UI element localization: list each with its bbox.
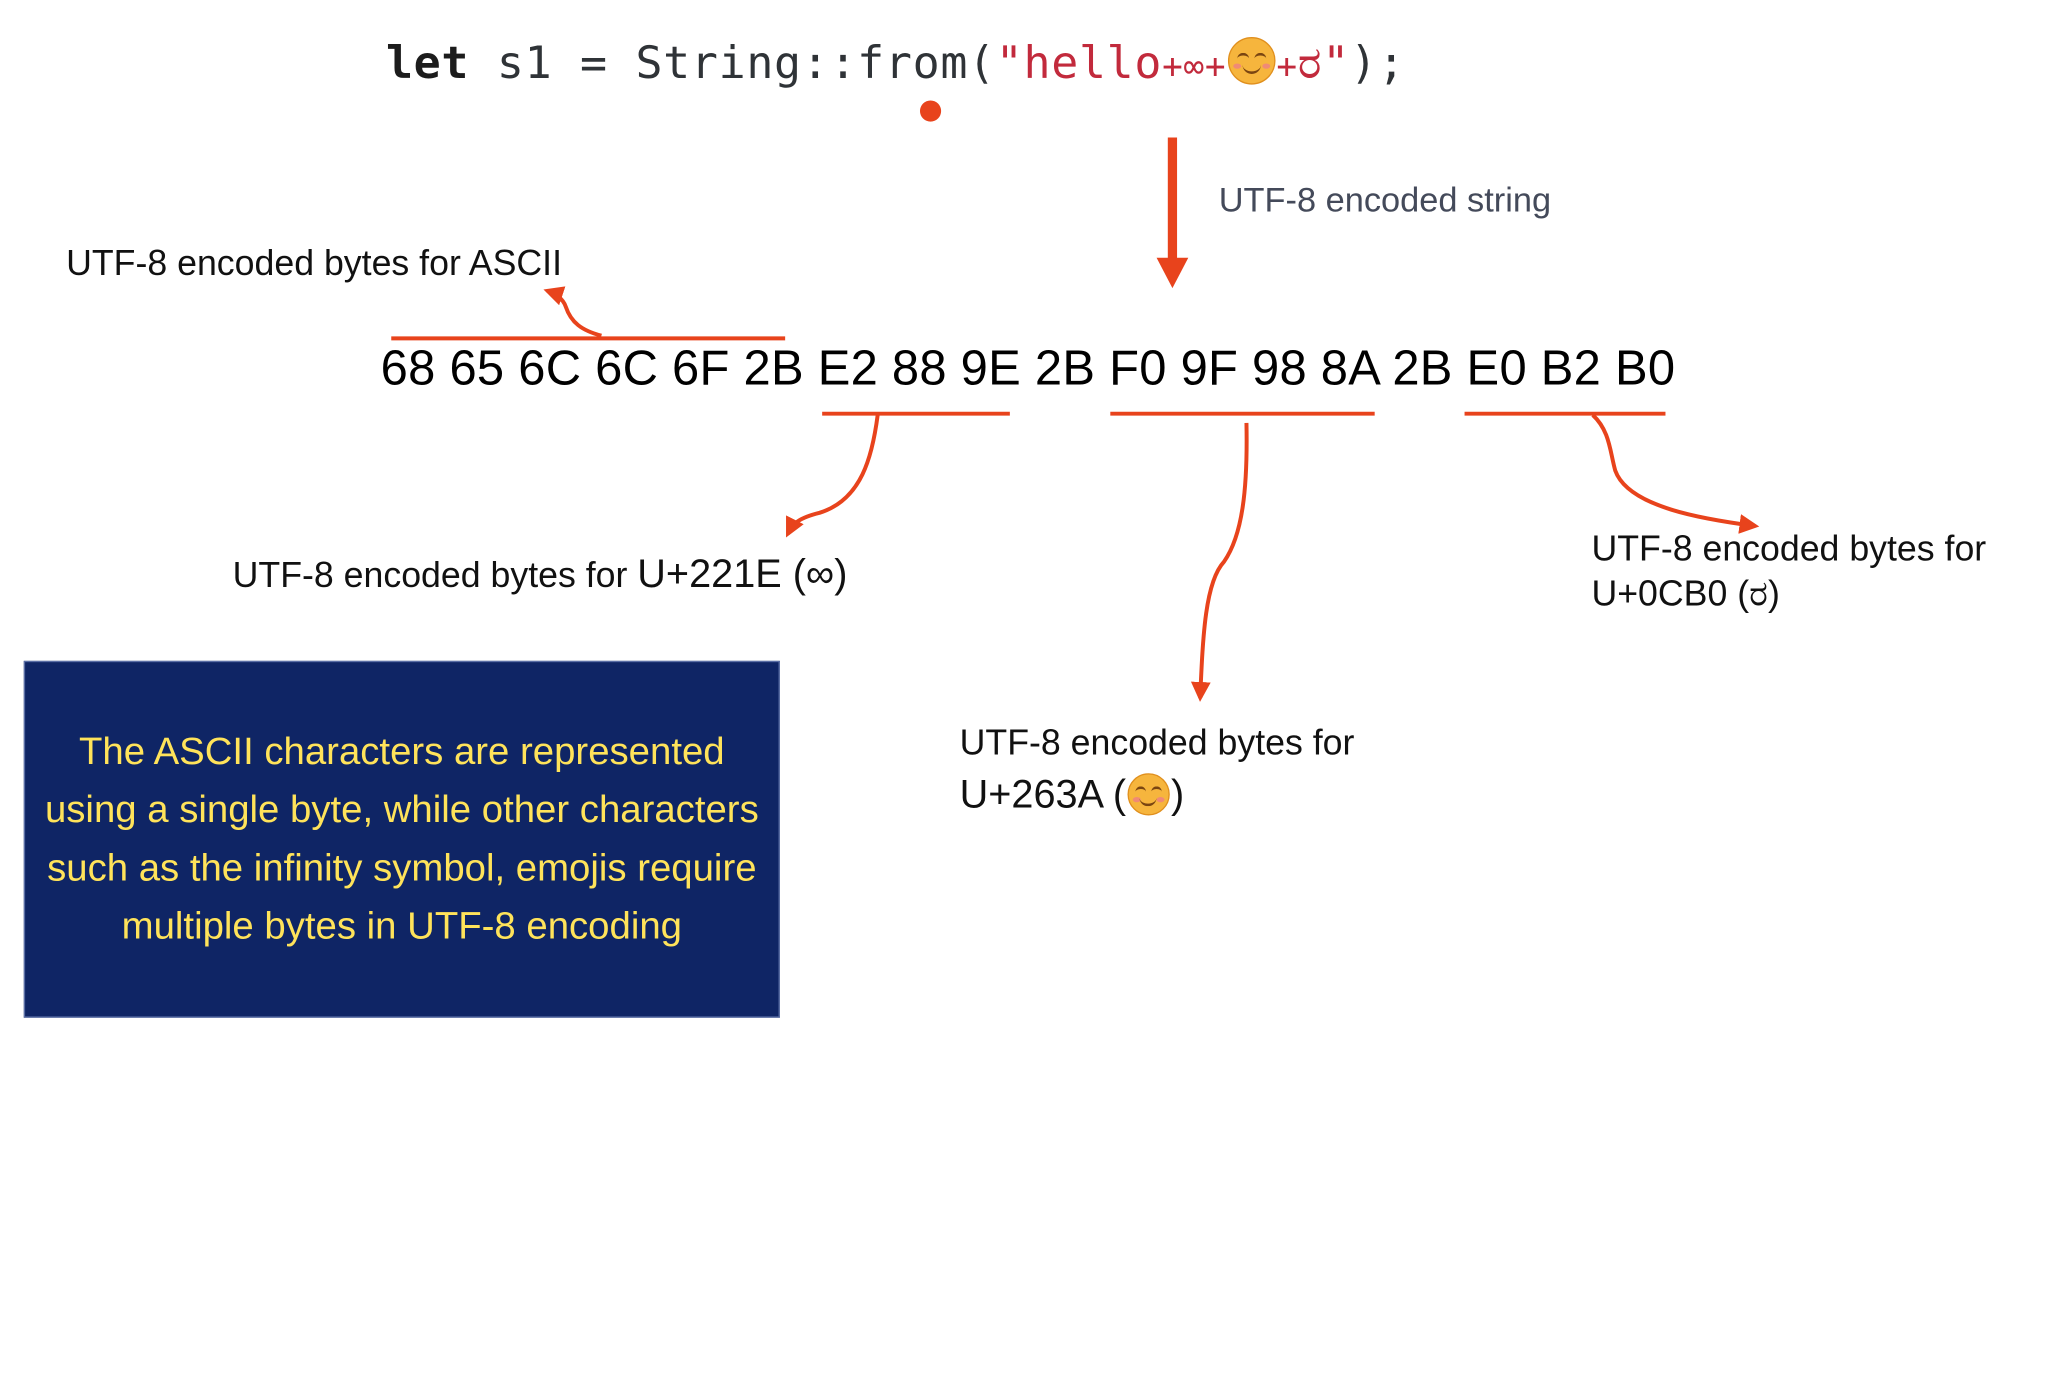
code-tail: );	[1349, 37, 1406, 90]
string-infinity: ∞	[1183, 47, 1205, 88]
emoji-annotation-line1: UTF-8 encoded bytes for	[959, 722, 1355, 763]
utf8-string-label: UTF-8 encoded string	[1218, 179, 1552, 220]
infinity-annotation-code: U+221E (∞)	[637, 552, 848, 597]
kannada-annotation-line2: U+0CB0 (ರ)	[1591, 573, 1780, 614]
infinity-pointer-arrow	[786, 414, 880, 538]
byte-sequence: 68 65 6C 6C 6F 2B E2 88 9E 2B F0 9F 98 8…	[381, 341, 1676, 397]
kannada-pointer-arrow	[1591, 413, 1760, 534]
kannada-annotation: UTF-8 encoded bytes for U+0CB0 (ರ)	[1591, 526, 1986, 616]
ascii-bytes: 68 65 6C 6C 6F 2B	[380, 340, 804, 396]
emoji-annotation: UTF-8 encoded bytes for U+263A ()	[960, 716, 1355, 822]
diagram-canvas: let s1 = String::from("hello+∞+ +ರ"); UTF…	[0, 0, 2062, 1384]
main-down-arrow	[1156, 137, 1189, 289]
emoji-pointer-arrow	[1190, 422, 1249, 702]
smiling-face-emoji-icon	[1227, 37, 1276, 85]
infinity-annotation: UTF-8 encoded bytes for U+221E (∞)	[233, 552, 848, 597]
code-identifier: s1 = String::from(	[469, 37, 996, 90]
explanation-box: The ASCII characters are represented usi…	[23, 660, 780, 1018]
infinity-bytes: E2 88 9E	[817, 340, 1022, 396]
kannada-bytes: E0 B2 B0	[1466, 340, 1676, 396]
emoji-code-open: U+263A (	[959, 773, 1127, 817]
smiling-face-emoji-icon	[1127, 773, 1170, 816]
string-kannada: ರ	[1297, 37, 1323, 90]
string-plus-2: +	[1204, 47, 1227, 88]
separator-byte-2: 2B	[1392, 340, 1453, 396]
quote-open: "	[995, 37, 1024, 90]
string-plus-1: +	[1162, 47, 1184, 88]
emoji-code-close: )	[1171, 773, 1185, 817]
ascii-pointer-arrow	[543, 286, 602, 338]
string-plus-3: +	[1276, 47, 1298, 88]
keyword-let: let	[385, 37, 470, 90]
string-hello: hello	[1023, 37, 1163, 90]
code-line: let s1 = String::from("hello+∞+ +ರ");	[386, 37, 1405, 90]
separator-byte-1: 2B	[1034, 340, 1096, 396]
emoji-bytes: F0 9F 98 8A	[1109, 340, 1379, 396]
quote-close: "	[1322, 37, 1350, 90]
kannada-annotation-line1: UTF-8 encoded bytes for	[1591, 528, 1987, 569]
red-cursor-dot-icon	[919, 100, 942, 122]
explanation-text: The ASCII characters are represented usi…	[44, 730, 759, 948]
emoji-annotation-line2: U+263A ()	[960, 769, 1355, 822]
infinity-annotation-prefix: UTF-8 encoded bytes for	[232, 555, 638, 595]
string-literal: "hello+∞+ +ರ"	[996, 37, 1350, 90]
ascii-annotation: UTF-8 encoded bytes for ASCII	[66, 243, 562, 283]
